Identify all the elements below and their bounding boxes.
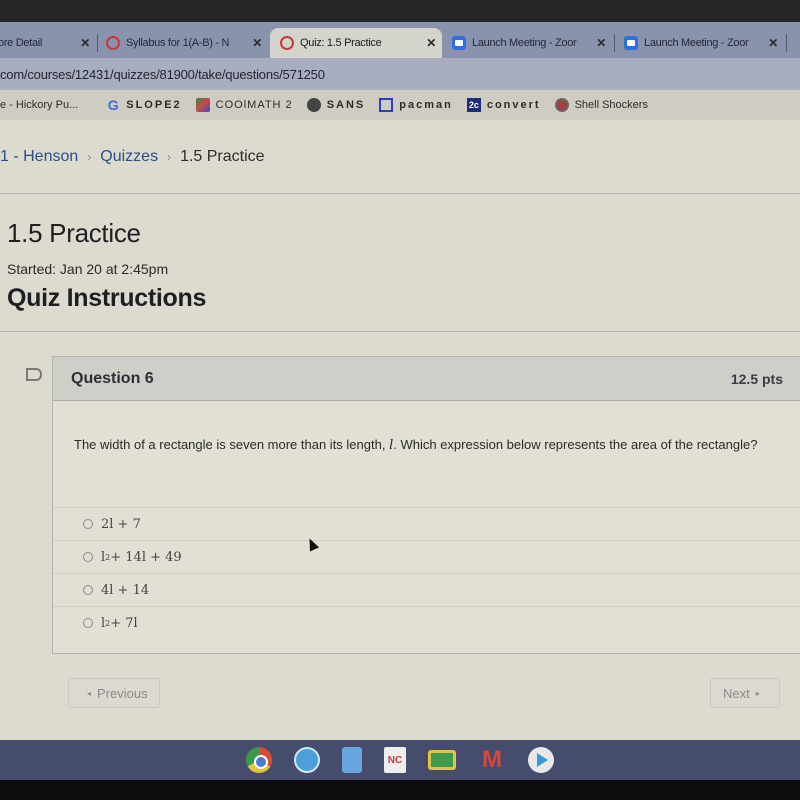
google-icon: G bbox=[107, 97, 119, 113]
bookmark-label: SANS bbox=[326, 99, 366, 111]
flag-question-icon[interactable] bbox=[26, 368, 42, 381]
tab-zoom-meeting-1[interactable]: Launch Meeting - Zoor ✕ bbox=[452, 28, 612, 58]
close-icon[interactable]: ✕ bbox=[762, 36, 784, 50]
radio-button[interactable] bbox=[83, 519, 93, 529]
tab-label: Quiz: 1.5 Practice bbox=[300, 37, 382, 49]
bookmark-sans[interactable]: SANS bbox=[306, 98, 366, 112]
tab-label: Syllabus for 1(A-B) - N bbox=[126, 37, 230, 49]
tab-divider bbox=[786, 34, 787, 52]
bookmark-pacman[interactable]: pacman bbox=[379, 98, 453, 112]
breadcrumb-separator: › bbox=[87, 150, 92, 164]
os-shelf: NC M bbox=[0, 740, 800, 780]
convert-icon: 2c bbox=[466, 98, 481, 112]
quiz-instructions-heading: Quiz Instructions bbox=[7, 284, 207, 312]
tab-syllabus[interactable]: Syllabus for 1(A-B) - N ✕ bbox=[106, 28, 268, 58]
pacman-icon bbox=[379, 98, 394, 112]
tab-divider bbox=[97, 34, 98, 52]
bookmark-label: COOlMATH 2 bbox=[215, 99, 293, 111]
bookmarks-bar: e - Hickory Pu... G SLOPE2 COOlMATH 2 SA… bbox=[0, 90, 800, 120]
page-title: 1.5 Practice bbox=[7, 218, 141, 248]
answer-label: 4l + 14 bbox=[101, 582, 150, 598]
next-button[interactable]: Next ▸ bbox=[710, 678, 780, 708]
answer-option[interactable]: 4l + 14 bbox=[53, 573, 800, 606]
question-text-part: . Which expression below represents the … bbox=[393, 437, 758, 452]
radio-button[interactable] bbox=[83, 618, 93, 628]
previous-label: Previous bbox=[97, 685, 148, 701]
quiz-page: 1 - Henson › Quizzes › 1.5 Practice 1.5 … bbox=[0, 120, 800, 740]
bookmark-label: e - Hickory Pu... bbox=[0, 99, 79, 111]
zoom-app-icon[interactable] bbox=[294, 747, 320, 773]
sans-icon bbox=[306, 98, 321, 112]
question-header: Question 6 12.5 pts bbox=[53, 357, 800, 401]
breadcrumb-course[interactable]: 1 - Henson bbox=[0, 148, 78, 166]
answer-option[interactable]: 2l + 7 bbox=[53, 507, 800, 540]
breadcrumb-current: 1.5 Practice bbox=[180, 148, 265, 165]
shell-shockers-icon bbox=[554, 98, 569, 112]
nc-app-icon[interactable]: NC bbox=[384, 747, 406, 773]
bookmark-label: SLOPE2 bbox=[126, 99, 182, 111]
answer-list: 2l + 7 l2 + 14l + 49 4l + 14 l2 + 7l bbox=[53, 507, 800, 639]
close-icon[interactable]: ✕ bbox=[246, 36, 268, 50]
coolmath-icon bbox=[195, 98, 210, 112]
chrome-icon[interactable] bbox=[246, 747, 272, 773]
previous-button[interactable]: ◂ Previous bbox=[68, 678, 160, 708]
tab-label: Launch Meeting - Zoor bbox=[644, 37, 749, 49]
tab-score-detail[interactable]: ore Detail ✕ bbox=[0, 28, 96, 58]
question-number: Question 6 bbox=[71, 369, 154, 387]
bookmark-label: pacman bbox=[399, 99, 453, 111]
breadcrumb-quizzes[interactable]: Quizzes bbox=[100, 148, 158, 166]
question-text-part: The width of a rectangle is seven more t… bbox=[74, 437, 390, 452]
bookmark-convert[interactable]: 2c convert bbox=[466, 98, 541, 112]
answer-label-rest: + 14l + 49 bbox=[110, 549, 182, 565]
bookmark-label: Shell Shockers bbox=[574, 99, 648, 111]
tab-strip: ore Detail ✕ Syllabus for 1(A-B) - N ✕ Q… bbox=[0, 22, 800, 58]
tab-quiz-active[interactable]: Quiz: 1.5 Practice ✕ bbox=[270, 28, 442, 58]
answer-option[interactable]: l2 + 14l + 49 bbox=[53, 540, 800, 573]
bezel bbox=[0, 780, 800, 800]
screen: ore Detail ✕ Syllabus for 1(A-B) - N ✕ Q… bbox=[0, 0, 800, 800]
radio-button[interactable] bbox=[83, 585, 93, 595]
canvas-icon bbox=[280, 36, 294, 50]
close-icon[interactable]: ✕ bbox=[420, 36, 442, 50]
divider bbox=[0, 193, 800, 194]
close-icon[interactable]: ✕ bbox=[74, 36, 96, 50]
breadcrumb-separator: › bbox=[167, 150, 172, 164]
close-icon[interactable]: ✕ bbox=[590, 36, 612, 50]
play-store-icon[interactable] bbox=[528, 747, 554, 773]
chevron-left-icon: ◂ bbox=[87, 688, 92, 698]
question-card: Question 6 12.5 pts The width of a recta… bbox=[52, 356, 800, 654]
answer-label: 2l + 7 bbox=[101, 516, 141, 532]
url-text[interactable]: com/courses/12431/quizzes/81900/take/que… bbox=[0, 67, 325, 82]
answer-label-rest: + 7l bbox=[110, 615, 138, 631]
tab-label: ore Detail bbox=[0, 37, 43, 49]
divider bbox=[0, 331, 800, 332]
docs-icon[interactable] bbox=[342, 747, 362, 773]
next-label: Next bbox=[723, 685, 750, 701]
gmail-icon[interactable]: M bbox=[478, 747, 506, 773]
started-timestamp: Started: Jan 20 at 2:45pm bbox=[7, 261, 169, 277]
address-bar[interactable]: com/courses/12431/quizzes/81900/take/que… bbox=[0, 58, 800, 90]
chevron-right-icon: ▸ bbox=[755, 688, 760, 698]
question-text: The width of a rectangle is seven more t… bbox=[74, 435, 764, 455]
question-points: 12.5 pts bbox=[730, 370, 783, 387]
zoom-icon bbox=[452, 36, 466, 50]
tab-zoom-meeting-2[interactable]: Launch Meeting - Zoor ✕ bbox=[624, 28, 784, 58]
answer-option[interactable]: l2 + 7l bbox=[53, 606, 800, 639]
bookmark-shell-shockers[interactable]: Shell Shockers bbox=[554, 98, 648, 112]
bookmark-label: convert bbox=[486, 99, 541, 111]
bookmark-slope2[interactable]: G SLOPE2 bbox=[106, 97, 182, 113]
classroom-icon[interactable] bbox=[428, 750, 456, 770]
zoom-icon bbox=[624, 36, 638, 50]
bezel bbox=[0, 0, 800, 22]
breadcrumb: 1 - Henson › Quizzes › 1.5 Practice bbox=[0, 148, 265, 166]
canvas-icon bbox=[106, 36, 120, 50]
bookmark-coolmath[interactable]: COOlMATH 2 bbox=[195, 98, 293, 112]
bookmark-hickory[interactable]: e - Hickory Pu... bbox=[0, 99, 78, 111]
tab-label: Launch Meeting - Zoor bbox=[472, 37, 577, 49]
radio-button[interactable] bbox=[83, 552, 93, 562]
tab-divider bbox=[614, 34, 615, 52]
